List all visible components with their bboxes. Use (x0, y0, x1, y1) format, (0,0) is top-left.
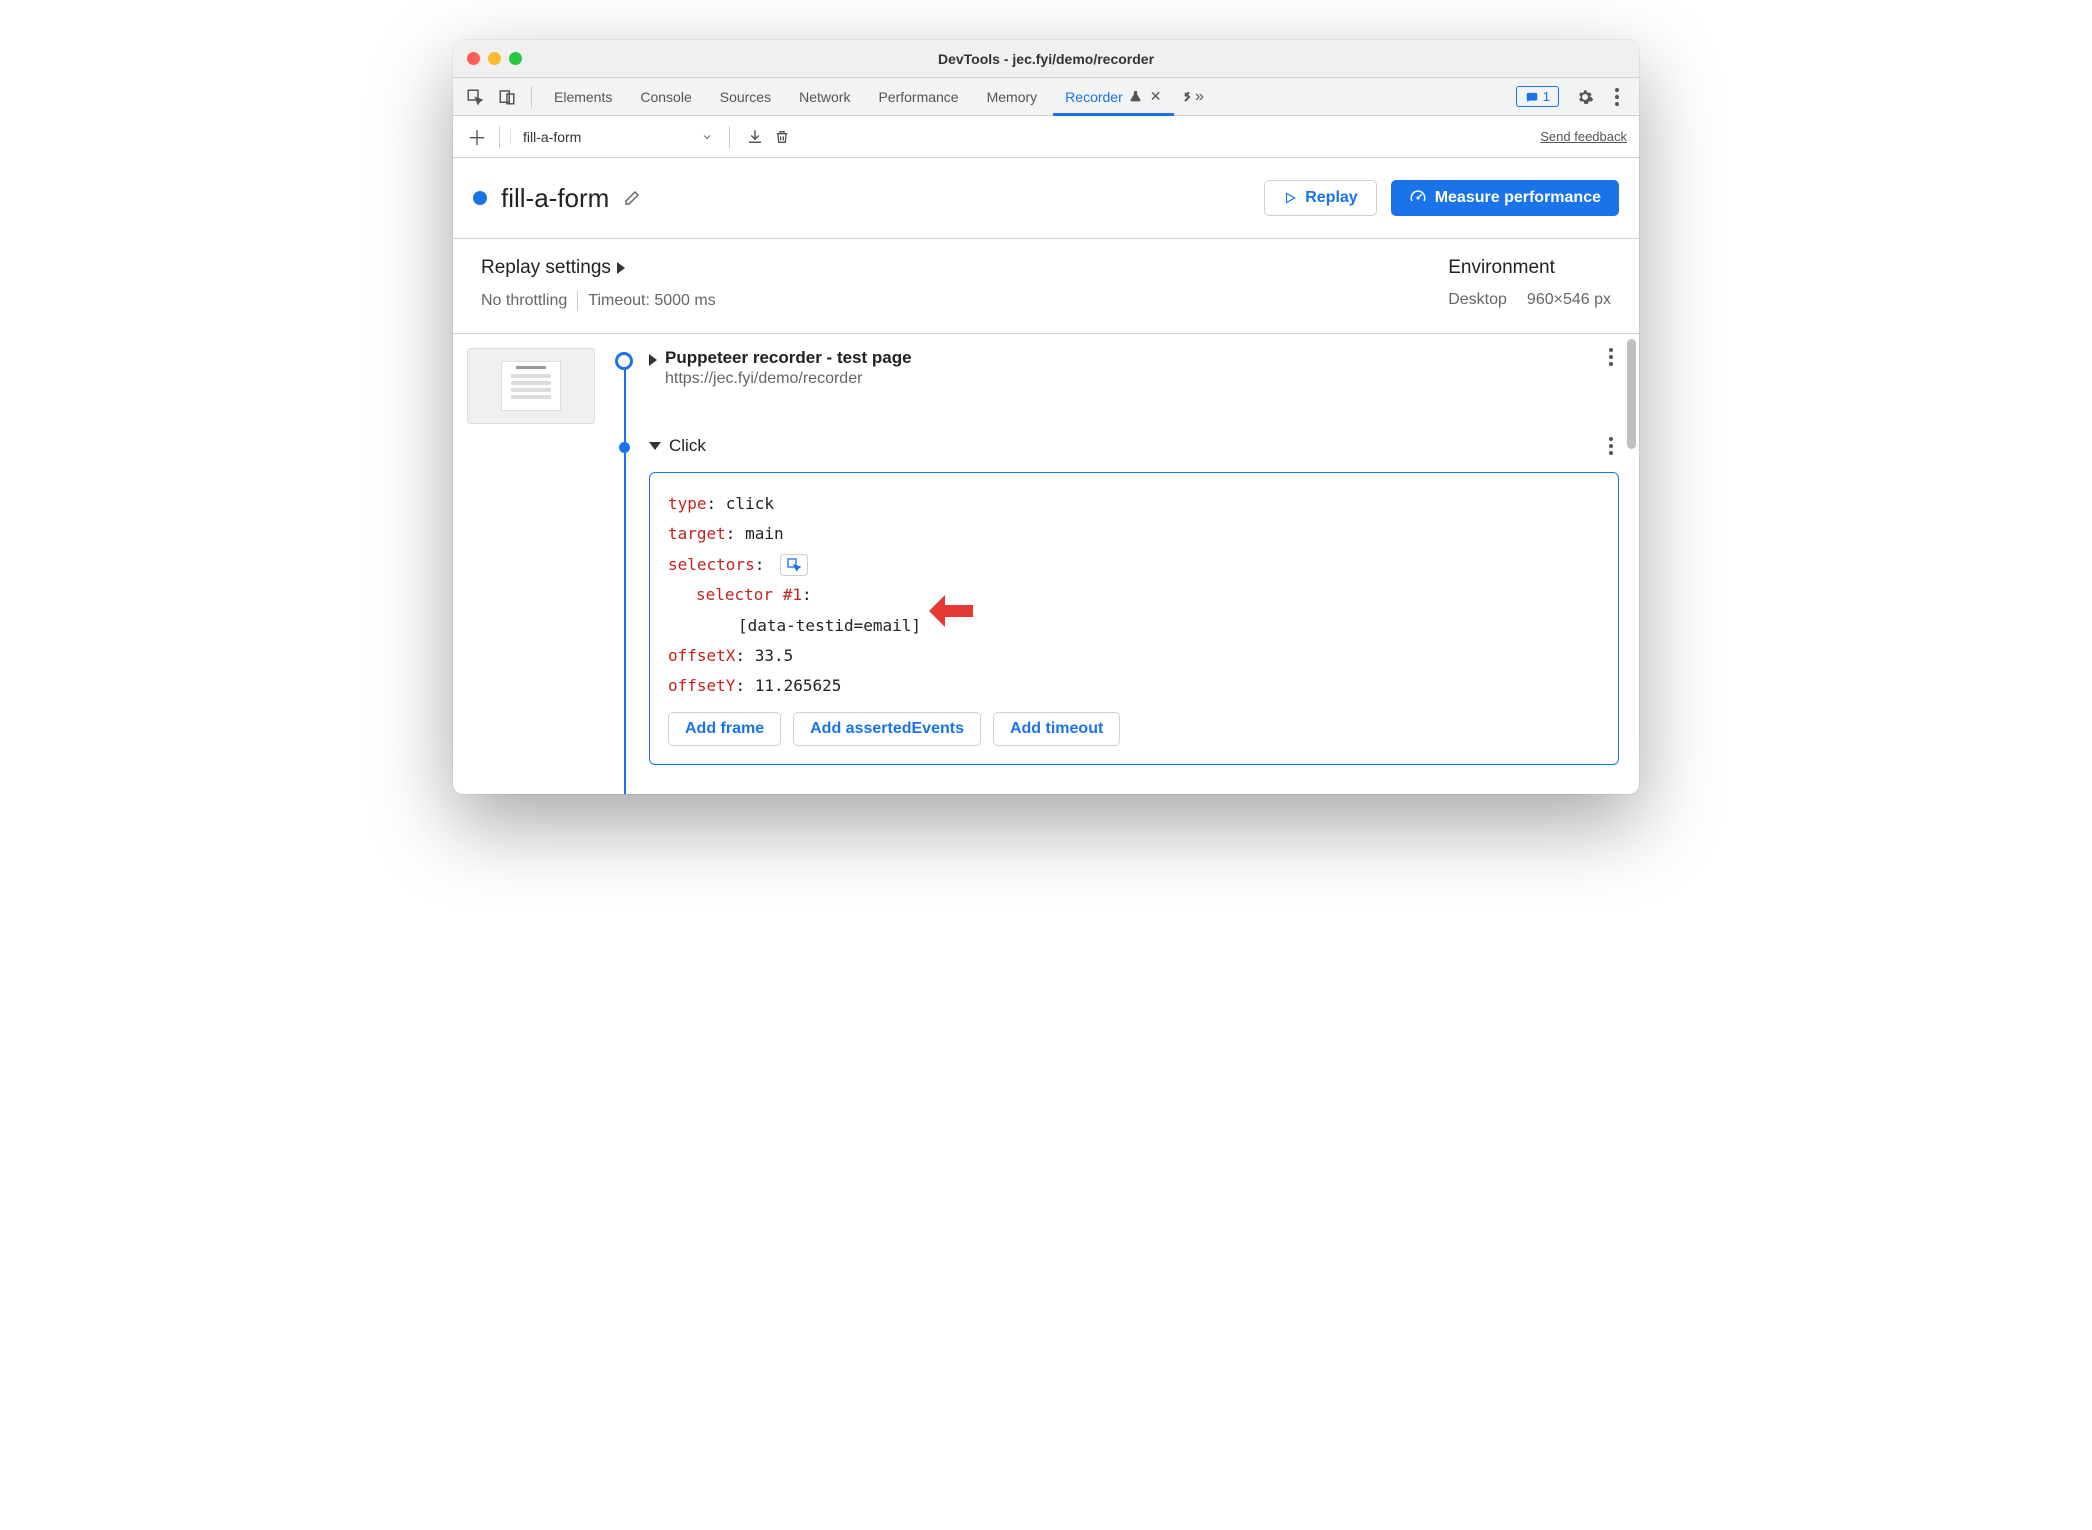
caret-right-icon (617, 262, 625, 274)
click-step-label: Click (669, 436, 706, 456)
replay-button[interactable]: Replay (1264, 180, 1376, 216)
offsetx-value[interactable]: 33.5 (755, 646, 794, 665)
steps-panel: Puppeteer recorder - test page https://j… (453, 334, 1639, 794)
replay-label: Replay (1305, 189, 1357, 207)
recording-selector[interactable]: fill-a-form (510, 129, 713, 145)
caret-down-icon[interactable] (649, 442, 661, 450)
recording-title: fill-a-form (501, 183, 609, 214)
tab-network[interactable]: Network (787, 78, 862, 116)
close-window-button[interactable] (467, 52, 480, 65)
step-initial: Puppeteer recorder - test page https://j… (613, 348, 1619, 388)
tab-recorder-label: Recorder (1065, 89, 1123, 105)
target-value[interactable]: main (745, 524, 784, 543)
inspect-icon[interactable] (461, 83, 489, 111)
recording-name: fill-a-form (523, 129, 581, 145)
initial-step-url: https://jec.fyi/demo/recorder (665, 370, 912, 388)
recording-status-dot (473, 191, 487, 205)
recorder-toolbar: ＋ fill-a-form Send feedback (453, 116, 1639, 158)
send-feedback-link[interactable]: Send feedback (1540, 129, 1627, 144)
offsety-key: offsetY (668, 676, 735, 695)
devtools-window: DevTools - jec.fyi/demo/recorder Element… (453, 40, 1639, 794)
step-menu-icon[interactable] (1609, 348, 1619, 366)
selectors-key: selectors (668, 555, 755, 574)
flask-icon (1129, 90, 1142, 103)
divider (729, 126, 730, 148)
viewport-value: 960×546 px (1527, 291, 1611, 309)
replay-settings-label: Replay settings (481, 257, 611, 279)
measure-performance-button[interactable]: Measure performance (1391, 180, 1619, 216)
offsety-value[interactable]: 11.265625 (755, 676, 842, 695)
type-key: type (668, 494, 707, 513)
type-value[interactable]: click (726, 494, 774, 513)
page-thumbnail (467, 348, 595, 424)
window-controls (453, 52, 522, 65)
step-details: type: click target: main selectors: sele… (649, 472, 1619, 765)
initial-step-title: Puppeteer recorder - test page (665, 348, 912, 368)
minimize-window-button[interactable] (488, 52, 501, 65)
issues-count: 1 (1543, 89, 1550, 104)
delete-icon[interactable] (774, 128, 790, 146)
chevron-down-icon (701, 131, 713, 143)
titlebar: DevTools - jec.fyi/demo/recorder (453, 40, 1639, 78)
tab-performance[interactable]: Performance (866, 78, 970, 116)
tab-elements[interactable]: Elements (542, 78, 624, 116)
step-marker-open (615, 352, 633, 370)
close-tab-icon[interactable]: ✕ (1150, 88, 1162, 105)
divider (531, 86, 532, 108)
divider (577, 291, 578, 311)
tab-sources[interactable]: Sources (708, 78, 783, 116)
tab-recorder[interactable]: Recorder ✕ (1053, 78, 1173, 116)
selector1-value[interactable]: [data-testid=email] (738, 616, 921, 635)
measure-label: Measure performance (1435, 189, 1601, 207)
issues-badge[interactable]: 1 (1516, 86, 1559, 107)
timeout-value: Timeout: 5000 ms (588, 292, 715, 310)
scrollbar[interactable] (1627, 339, 1636, 449)
export-icon[interactable] (746, 128, 764, 146)
add-timeout-button[interactable]: Add timeout (993, 712, 1120, 746)
caret-right-icon[interactable] (649, 354, 657, 366)
more-tabs-icon[interactable]: » (1178, 83, 1206, 111)
select-element-icon[interactable] (780, 554, 808, 576)
step-click: Click type: click target: main selectors… (613, 436, 1619, 765)
new-recording-button[interactable]: ＋ (465, 125, 489, 149)
device-value: Desktop (1448, 291, 1507, 309)
tab-console[interactable]: Console (628, 78, 703, 116)
target-key: target (668, 524, 726, 543)
add-asserted-events-button[interactable]: Add assertedEvents (793, 712, 981, 746)
kebab-menu-icon[interactable] (1603, 83, 1631, 111)
selector1-key: selector #1 (696, 585, 802, 604)
environment-label: Environment (1448, 257, 1611, 279)
step-menu-icon[interactable] (1609, 437, 1619, 455)
window-title: DevTools - jec.fyi/demo/recorder (453, 51, 1639, 67)
timeline: Puppeteer recorder - test page https://j… (613, 348, 1639, 794)
settings-gear-icon[interactable] (1571, 83, 1599, 111)
tab-memory[interactable]: Memory (975, 78, 1050, 116)
recording-header: fill-a-form Replay Measure performance (453, 158, 1639, 239)
offsetx-key: offsetX (668, 646, 735, 665)
settings-row: Replay settings No throttling Timeout: 5… (453, 239, 1639, 334)
throttling-value: No throttling (481, 292, 567, 310)
divider (499, 126, 500, 148)
add-frame-button[interactable]: Add frame (668, 712, 781, 746)
step-marker-filled (619, 442, 630, 453)
replay-settings-toggle[interactable]: Replay settings (481, 257, 716, 279)
annotation-arrow (927, 591, 975, 631)
edit-title-icon[interactable] (623, 189, 641, 207)
device-toggle-icon[interactable] (493, 83, 521, 111)
devtools-tabbar: Elements Console Sources Network Perform… (453, 78, 1639, 116)
maximize-window-button[interactable] (509, 52, 522, 65)
